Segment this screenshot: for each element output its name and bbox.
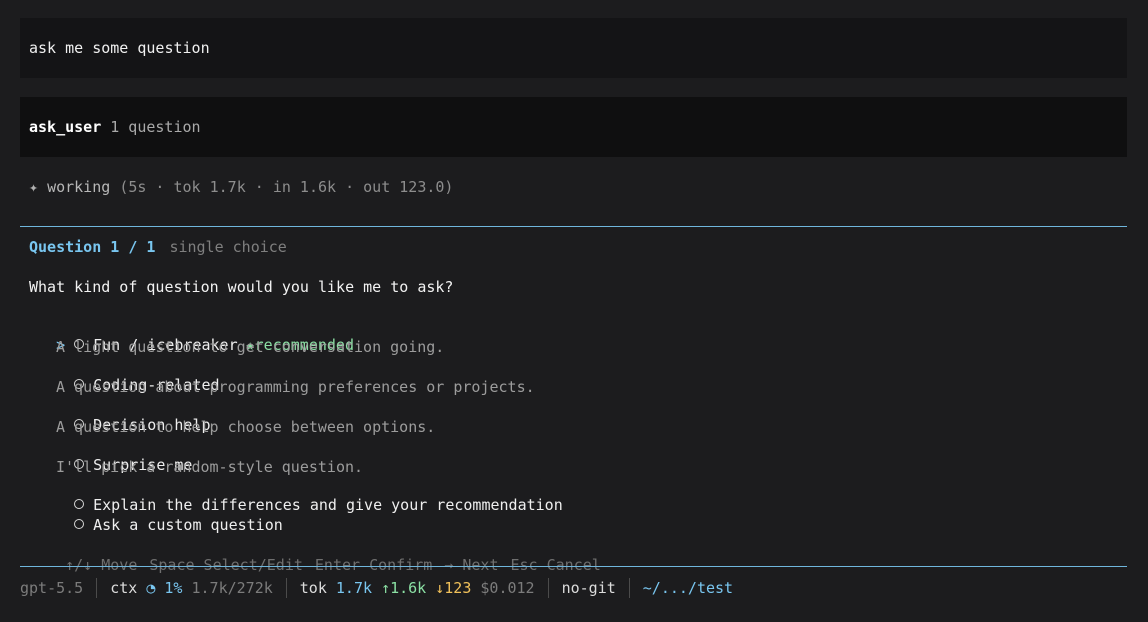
hint-cancel: Esc Cancel <box>510 556 601 574</box>
question-number: Question 1 / 1 <box>29 238 156 256</box>
status-word: working <box>47 178 111 196</box>
tok-in: ↑1.6k <box>381 579 427 597</box>
ctx-tokens: 1.7k/272k <box>191 579 273 597</box>
separator <box>547 578 549 598</box>
user-message-text: ask me some question <box>29 39 210 57</box>
ctx-label: ctx <box>110 579 138 597</box>
hint-select: Space Select/Edit <box>149 556 303 574</box>
question-header: Question 1 / 1 single choice <box>29 238 287 256</box>
working-status: ✦ working (5s · tok 1.7k · in 1.6k · out… <box>29 178 453 196</box>
question-type: single choice <box>169 238 287 256</box>
option-description: I'll pick a random-style question. <box>56 458 364 476</box>
spinner-icon: ✦ <box>29 178 39 196</box>
option-description: A light question to get conversation goi… <box>56 338 445 356</box>
tool-call-name: ask_user <box>29 118 102 136</box>
hint-next: → Next <box>444 556 499 574</box>
status-details: (5s · tok 1.7k · in 1.6k · out 123.0) <box>119 178 454 196</box>
tok-label: tok <box>299 579 327 597</box>
divider-top <box>20 226 1127 227</box>
question-text: What kind of question would you like me … <box>29 278 454 296</box>
tool-call-block: ask_user 1 question <box>20 97 1127 157</box>
radio-icon[interactable] <box>74 519 85 529</box>
user-message: ask me some question <box>20 18 1127 78</box>
working-directory: ~/.../test <box>642 579 734 597</box>
separator <box>628 578 630 598</box>
ctx-percent: 1% <box>164 579 183 597</box>
terminal-window: ask me some question ask_user 1 question… <box>0 0 1148 622</box>
tok-total: 1.7k <box>335 579 373 597</box>
option-description: A question about programming preferences… <box>56 378 535 396</box>
hint-move: ↑/↓ Move <box>65 556 138 574</box>
context-gauge-icon: ◔ <box>146 579 156 597</box>
option-description: A question to help choose between option… <box>56 418 436 436</box>
separator <box>285 578 287 598</box>
git-status: no-git <box>561 579 616 597</box>
hint-confirm: Enter Confirm <box>314 556 433 574</box>
separator <box>96 578 98 598</box>
cost: $0.012 <box>480 579 535 597</box>
divider-bottom <box>20 566 1127 567</box>
model-name: gpt-5.5 <box>20 579 84 597</box>
tok-out: ↓123 <box>435 579 472 597</box>
status-bar: gpt-5.5 ctx ◔ 1% 1.7k/272k tok 1.7k ↑1.6… <box>20 578 733 598</box>
option-label: Ask a custom question <box>93 516 283 534</box>
tool-call-meta: 1 question <box>110 118 201 136</box>
